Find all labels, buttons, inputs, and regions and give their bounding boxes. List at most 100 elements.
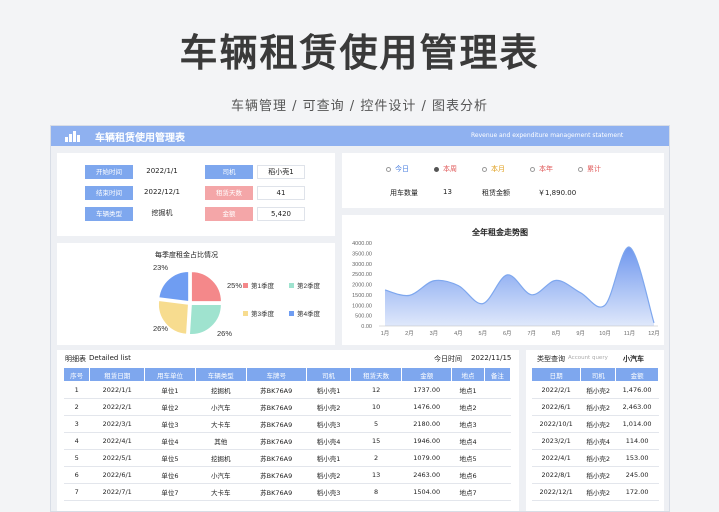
legend-label: 第2季度 — [297, 281, 321, 290]
table-cell: 单位6 — [144, 466, 196, 484]
pie-panel: 每季度租金占比情况 25% 26% 26% 23% 第1季度 第2季度 第3季度 第4季度 — [57, 243, 335, 345]
detail-title-en: Detailed list — [89, 354, 131, 362]
table-cell: 5 — [63, 449, 90, 467]
x-tick-label: 3月 — [430, 330, 439, 337]
vehicle-type-value[interactable]: 挖掘机 — [137, 207, 187, 221]
table-cell: 地点4 — [451, 432, 485, 450]
table-cell: 小汽车 — [195, 466, 247, 484]
start-time-label: 开始时间 — [85, 165, 133, 179]
table-cell: 2022/1/1 — [89, 381, 145, 399]
table-cell: 172.00 — [615, 483, 659, 501]
trend-chart: 0.00 500.00 1000.00 1500.00 2000.00 2500.00 30… — [352, 241, 660, 337]
table-cell: 稻小壳2 — [580, 466, 616, 484]
table-cell: 地点2 — [451, 398, 485, 416]
pie-value-label: 26% — [217, 329, 232, 338]
y-tick-label: 2000.00 — [352, 283, 372, 289]
legend-label: 第3季度 — [251, 309, 275, 318]
bar-chart-icon — [65, 130, 81, 142]
table-cell: 2463.00 — [401, 466, 452, 484]
period-panel: 今日 本周 本月 本年 累计 用车数量 13 租赁金额 ￥1,890.00 — [342, 153, 664, 208]
detail-column-header: 序号 — [62, 367, 91, 382]
table-cell: 12 — [350, 381, 402, 399]
y-tick-label: 1500.00 — [352, 293, 372, 299]
table-cell: 稻小壳2 — [306, 466, 351, 484]
table-cell: 2022/2/1 — [531, 381, 581, 399]
table-cell: 地点6 — [451, 466, 485, 484]
table-row[interactable]: 2022/12/1 稻小壳2 172.00 — [531, 483, 659, 501]
table-row[interactable]: 2022/2/1 稻小壳2 1,476.00 — [531, 381, 659, 399]
query-label: 类型查询 — [537, 355, 565, 363]
rental-days-label: 租赁天数 — [205, 186, 253, 200]
sheet-subtitle-en: Revenue and expenditure management state… — [471, 132, 624, 139]
table-cell: 苏BK76A9 — [246, 432, 307, 450]
table-cell — [484, 398, 511, 416]
table-cell: 地点3 — [451, 415, 485, 433]
table-row[interactable]: 2 2022/2/1 单位2 小汽车 苏BK76A9 稻小壳2 10 1476.00 地点2 — [63, 398, 511, 416]
table-cell: 10 — [350, 398, 402, 416]
driver-value[interactable]: 稻小壳1 — [257, 165, 305, 179]
x-tick-label: 6月 — [503, 330, 512, 337]
table-row[interactable]: 2022/4/1 稻小壳2 153.00 — [531, 449, 659, 467]
pie-value-label: 26% — [153, 324, 168, 333]
table-cell — [484, 415, 511, 433]
table-cell: 2022/10/1 — [531, 415, 581, 433]
table-row[interactable]: 5 2022/5/1 单位5 挖掘机 苏BK76A9 稻小壳1 2 1079.00 地点5 — [63, 449, 511, 467]
y-tick-label: 500.00 — [355, 314, 372, 320]
table-cell: 稻小壳4 — [306, 432, 351, 450]
table-cell: 单位7 — [144, 483, 196, 501]
table-cell: 1079.00 — [401, 449, 452, 467]
x-tick-label: 9月 — [576, 330, 585, 337]
table-row[interactable]: 2023/2/1 稻小壳4 114.00 — [531, 432, 659, 450]
table-cell: 稻小壳2 — [580, 381, 616, 399]
table-row[interactable]: 3 2022/3/1 单位3 大卡车 苏BK76A9 稻小壳3 5 2180.00 地点3 — [63, 415, 511, 433]
x-tick-label: 2月 — [405, 330, 414, 337]
table-row[interactable]: 2022/10/1 稻小壳2 1,014.00 — [531, 415, 659, 433]
table-row[interactable]: 7 2022/7/1 单位7 大卡车 苏BK76A9 稻小壳3 8 1504.00 地点7 — [63, 483, 511, 501]
y-tick-label: 3000.00 — [352, 262, 372, 268]
query-input[interactable]: 小汽车 — [623, 354, 644, 364]
table-cell: 7 — [63, 483, 90, 501]
pie-chart: 25% 26% 26% 23% 第1季度 第2季度第3季度 第4季度 — [153, 263, 321, 338]
end-time-value[interactable]: 2022/12/1 — [137, 186, 187, 200]
legend-label: 第1季度 — [251, 281, 275, 290]
table-cell: 稻小壳3 — [306, 415, 351, 433]
legend-swatch — [243, 311, 248, 316]
sheet-title: 车辆租赁使用管理表 — [95, 133, 185, 144]
today-value[interactable]: 2022/11/15 — [471, 354, 511, 362]
table-cell — [484, 483, 511, 501]
table-row[interactable]: 2022/8/1 稻小壳2 245.00 — [531, 466, 659, 484]
y-tick-label: 1000.00 — [352, 303, 372, 309]
table-cell: 稻小壳1 — [306, 381, 351, 399]
detail-column-header: 地点 — [451, 367, 485, 382]
table-cell — [484, 466, 511, 484]
table-cell: 稻小壳2 — [580, 483, 616, 501]
driver-label: 司机 — [205, 165, 253, 179]
pie-slice — [190, 271, 222, 303]
detail-column-header: 备注 — [483, 367, 512, 382]
table-cell: 苏BK76A9 — [246, 483, 307, 501]
x-tick-label: 7月 — [527, 330, 536, 337]
area-fill — [385, 247, 654, 326]
table-row[interactable]: 1 2022/1/1 单位1 挖掘机 苏BK76A9 稻小壳1 12 1737.00 地点1 — [63, 381, 511, 399]
x-tick-label: 5月 — [479, 330, 488, 337]
table-row[interactable]: 2022/6/1 稻小壳2 2,463.00 — [531, 398, 659, 416]
table-cell: 5 — [350, 415, 402, 433]
x-tick-label: 11月 — [624, 330, 635, 337]
x-tick-label: 4月 — [454, 330, 463, 337]
table-cell: 1 — [63, 381, 90, 399]
table-cell: 2022/3/1 — [89, 415, 145, 433]
table-row[interactable]: 6 2022/6/1 单位6 小汽车 苏BK76A9 稻小壳2 13 2463.00 地点6 — [63, 466, 511, 484]
start-time-value[interactable]: 2022/1/1 — [137, 165, 187, 179]
detail-column-header: 司机 — [305, 367, 352, 382]
detail-title: 明细表 — [65, 355, 86, 363]
table-row[interactable]: 4 2022/4/1 单位4 其他 苏BK76A9 稻小壳4 15 1946.00 地点4 — [63, 432, 511, 450]
detail-column-header: 用车单位 — [144, 367, 196, 382]
table-cell: 1737.00 — [401, 381, 452, 399]
table-cell: 单位2 — [144, 398, 196, 416]
table-cell: 大卡车 — [195, 483, 247, 501]
table-cell: 13 — [350, 466, 402, 484]
sheet-header: 车辆租赁使用管理表 Revenue and expenditure manage… — [51, 126, 669, 146]
table-cell: 苏BK76A9 — [246, 398, 307, 416]
detail-column-header: 租赁天数 — [350, 367, 402, 382]
period-option-total[interactable]: 累计 — [578, 164, 638, 174]
